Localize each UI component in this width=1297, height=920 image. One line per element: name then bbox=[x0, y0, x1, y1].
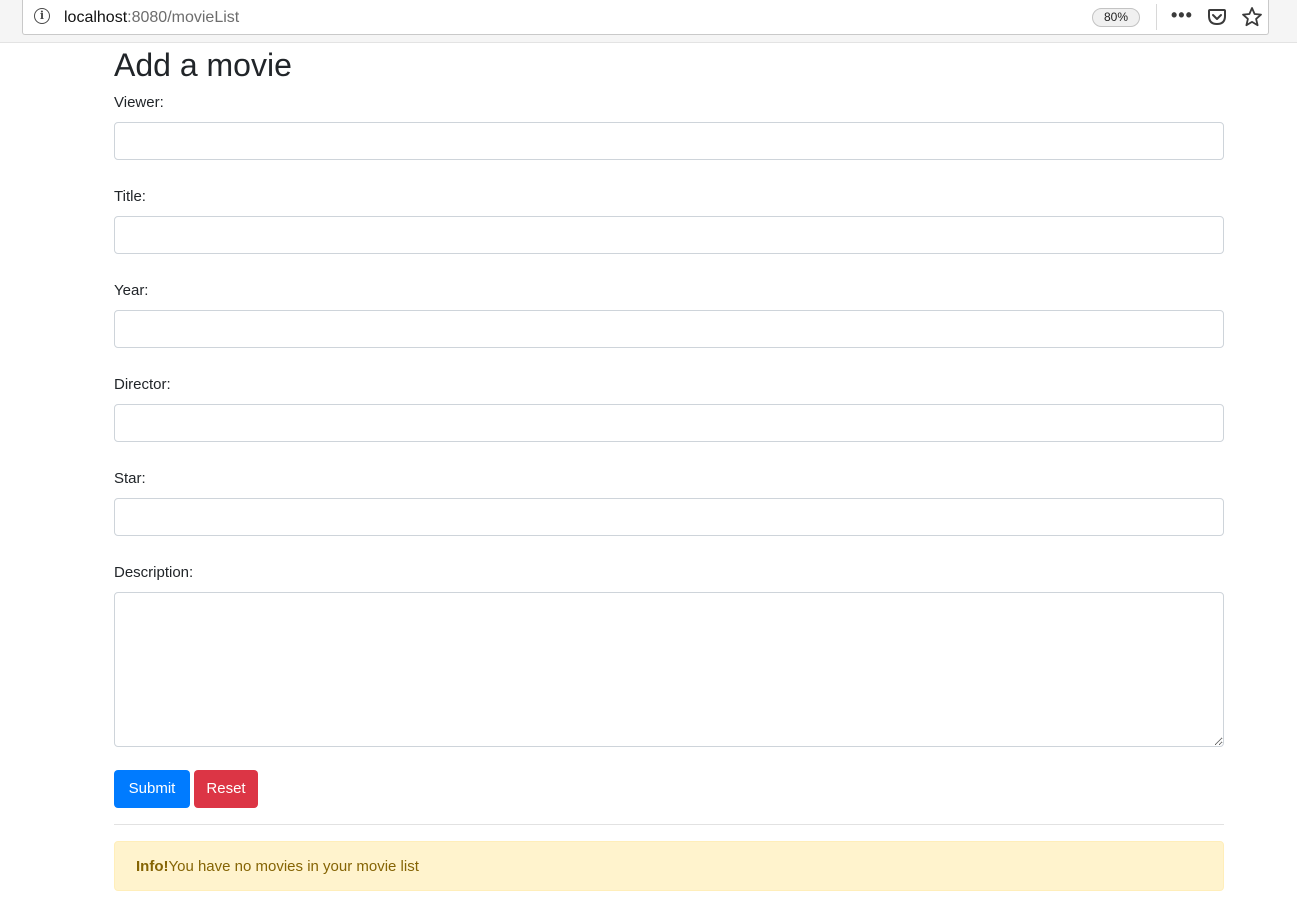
year-form-group: Year: bbox=[114, 281, 1224, 348]
zoom-level-badge[interactable]: 80% bbox=[1092, 8, 1140, 27]
director-label: Director: bbox=[114, 376, 171, 393]
star-input[interactable] bbox=[114, 498, 1224, 536]
info-alert: Info!You have no movies in your movie li… bbox=[114, 841, 1224, 891]
viewer-label: Viewer: bbox=[114, 94, 164, 111]
page-title: Add a movie bbox=[114, 47, 292, 83]
url-path: :8080/movieList bbox=[127, 9, 240, 26]
url-text[interactable]: localhost:8080/movieList bbox=[64, 8, 239, 28]
pocket-icon[interactable] bbox=[1207, 7, 1227, 27]
address-bar[interactable]: i localhost:8080/movieList 80% ••• bbox=[22, 0, 1269, 35]
description-form-group: Description: bbox=[114, 563, 1224, 747]
star-label: Star: bbox=[114, 470, 146, 487]
title-input[interactable] bbox=[114, 216, 1224, 254]
more-actions-icon[interactable]: ••• bbox=[1171, 5, 1193, 25]
star-form-group: Star: bbox=[114, 469, 1224, 536]
description-textarea[interactable] bbox=[114, 592, 1224, 747]
year-input[interactable] bbox=[114, 310, 1224, 348]
alert-strong-text: Info! bbox=[136, 858, 169, 875]
info-icon[interactable]: i bbox=[34, 8, 50, 24]
year-label: Year: bbox=[114, 282, 149, 299]
director-form-group: Director: bbox=[114, 375, 1224, 442]
url-host: localhost bbox=[64, 9, 128, 26]
title-label: Title: bbox=[114, 188, 146, 205]
viewer-input[interactable] bbox=[114, 122, 1224, 160]
description-label: Description: bbox=[114, 564, 194, 581]
divider bbox=[114, 824, 1224, 825]
reset-button[interactable]: Reset bbox=[194, 770, 258, 808]
submit-button[interactable]: Submit bbox=[114, 770, 190, 808]
alert-message: You have no movies in your movie list bbox=[168, 858, 419, 875]
director-input[interactable] bbox=[114, 404, 1224, 442]
bookmark-star-icon[interactable] bbox=[1241, 6, 1263, 28]
viewer-form-group: Viewer: bbox=[114, 93, 1224, 160]
title-form-group: Title: bbox=[114, 187, 1224, 254]
browser-toolbar: i localhost:8080/movieList 80% ••• bbox=[0, 0, 1297, 43]
toolbar-divider bbox=[1156, 4, 1157, 30]
